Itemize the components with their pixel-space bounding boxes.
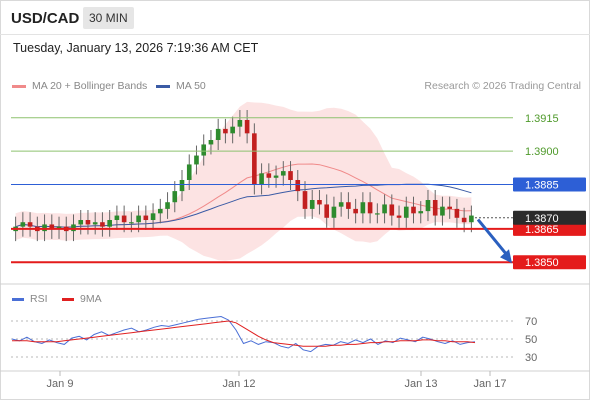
candle-body — [244, 120, 250, 134]
candle-body — [432, 200, 438, 216]
candle-body — [469, 215, 474, 223]
last-price-label: 1.3870 — [525, 213, 559, 225]
candle-body — [230, 126, 235, 134]
candle-body — [172, 191, 178, 203]
candle-body — [382, 204, 387, 214]
rsi-line — [11, 315, 476, 353]
candle-body — [150, 213, 156, 220]
level-label: 1.3885 — [525, 179, 559, 191]
candle-body — [411, 206, 416, 214]
candle-body — [201, 144, 207, 156]
candle-body — [143, 215, 149, 220]
level-label: 1.3900 — [525, 146, 559, 158]
price-chart-svg[interactable]: 1.3915 1.3900 1.3885 1.3865 1.3850 1.3870 70 50… — [0, 0, 590, 400]
candle-body — [273, 175, 279, 178]
level-label: 1.3850 — [525, 257, 559, 269]
candle-body — [403, 206, 409, 218]
candle-body — [389, 204, 395, 216]
candle-body — [280, 171, 286, 176]
candle-body — [100, 222, 105, 227]
candle-body — [259, 173, 264, 185]
candle-body — [338, 202, 344, 207]
candle-body — [121, 215, 127, 223]
candle-body — [367, 202, 373, 214]
candle-body — [194, 155, 199, 165]
candle-body — [425, 200, 431, 212]
candle-body — [107, 220, 112, 227]
rsi-9ma-line — [12, 320, 476, 347]
candle-body — [27, 222, 33, 227]
candle-body — [114, 215, 120, 220]
candle-body — [440, 206, 445, 216]
candle-body — [252, 133, 257, 185]
forecast-arrow-head — [500, 249, 512, 264]
candle-body — [78, 220, 84, 225]
candle-body — [461, 217, 467, 223]
candle-body — [266, 173, 272, 178]
x-tick-label: Jan 17 — [473, 378, 506, 390]
level-label: 1.3865 — [525, 224, 559, 236]
candle-body — [129, 222, 134, 224]
candle-body — [288, 171, 293, 180]
rsi-tick-label: 70 — [525, 316, 537, 328]
candle-body — [237, 120, 243, 127]
candle-body — [360, 202, 366, 214]
rsi-tick-label: 50 — [525, 334, 537, 346]
candle-body — [136, 215, 141, 223]
candle-body — [346, 202, 351, 209]
candle-body — [331, 206, 337, 218]
candle-body — [309, 200, 315, 209]
candle-body — [317, 200, 322, 205]
x-tick-label: Jan 13 — [404, 378, 437, 390]
candle-body — [92, 222, 98, 225]
candle-body — [42, 224, 47, 232]
candle-body — [179, 180, 185, 192]
level-label: 1.3915 — [525, 113, 559, 125]
candle-body — [396, 215, 402, 218]
bollinger-band — [15, 101, 472, 261]
candle-body — [454, 208, 460, 218]
candle-body — [324, 204, 330, 218]
candle-body — [85, 220, 91, 225]
x-tick-label: Jan 9 — [47, 378, 74, 390]
x-tick-label: Jan 12 — [222, 378, 255, 390]
candle-body — [375, 213, 380, 215]
candle-body — [157, 208, 163, 214]
candle-body — [295, 180, 301, 192]
forecast-arrow-shaft — [476, 218, 510, 258]
candle-body — [418, 211, 424, 214]
candle-body — [20, 222, 26, 227]
candle-body — [447, 206, 452, 209]
candle-body — [186, 164, 192, 180]
candle-body — [223, 128, 228, 134]
candle-body — [165, 202, 170, 209]
candle-body — [208, 140, 214, 145]
rsi-tick-label: 30 — [525, 352, 537, 364]
candle-body — [302, 191, 308, 209]
candle-body — [71, 224, 76, 232]
candle-body — [353, 208, 358, 214]
candle-body — [215, 128, 221, 140]
